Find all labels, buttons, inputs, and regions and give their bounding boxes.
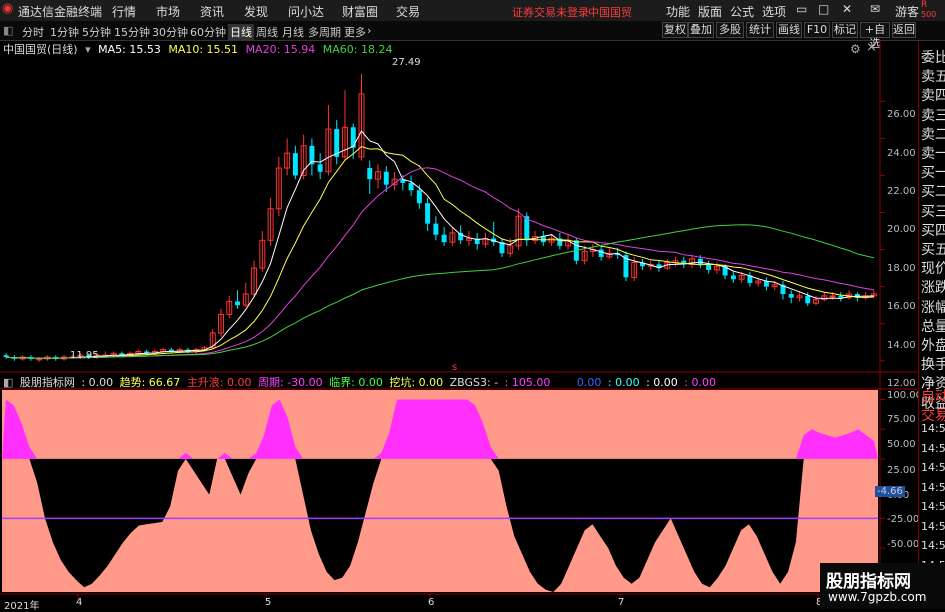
candle-body — [292, 153, 298, 176]
indicator-tick: -25.00 — [887, 514, 920, 525]
candle-body — [829, 295, 836, 298]
side-panel-item: 卖三 — [921, 107, 945, 124]
candle-body — [425, 203, 431, 224]
price-tick: 26.00 — [887, 109, 916, 120]
candle-body — [838, 295, 844, 298]
ma60-line — [6, 224, 875, 359]
price-tick: 18.00 — [887, 263, 916, 274]
side-panel-item: 买五 — [921, 242, 945, 258]
ma5-line — [6, 130, 874, 359]
candle-body — [697, 258, 703, 265]
candle-body — [788, 294, 794, 298]
side-panel-item: 涨幅 — [921, 299, 945, 316]
price-tick: 14.00 — [887, 340, 916, 351]
side-panel-item: 卖四 — [921, 88, 945, 105]
candle-body — [458, 232, 464, 241]
side-panel-item[interactable]: 14:56 — [921, 500, 945, 513]
candle-body — [805, 295, 811, 304]
side-panel-item: 买四 — [921, 222, 945, 239]
side-panel-item: 换手 — [921, 357, 945, 374]
side-panel-item[interactable]: 14:56 — [921, 442, 945, 455]
ma20-line — [6, 167, 874, 359]
candle-body — [416, 190, 422, 204]
candle-body — [408, 182, 414, 191]
price-tick: 12.00 — [887, 378, 916, 389]
indicator-tick: 50.00 — [887, 439, 916, 450]
candle-body — [367, 168, 373, 180]
side-panel-item: 买二 — [921, 184, 945, 201]
side-panel-item: 卖一 — [921, 146, 945, 162]
date-month: 5 — [265, 597, 272, 608]
price-tick: 16.00 — [887, 301, 916, 312]
candle-body — [383, 171, 389, 185]
high-annotation: 27.49 — [392, 57, 421, 68]
candle-body — [706, 264, 712, 270]
side-panel-item: 涨跌 — [921, 280, 945, 297]
candle-body — [598, 249, 604, 257]
side-panel-item[interactable]: 14:56 — [921, 481, 945, 494]
date-month: 7 — [618, 597, 625, 608]
side-panel-item: 总量 — [921, 318, 945, 335]
date-month: 4 — [76, 597, 83, 608]
candle-body — [763, 281, 769, 287]
side-panel-item[interactable]: 14:56 — [921, 422, 945, 435]
candle-body — [317, 164, 323, 172]
candle-body — [730, 275, 736, 280]
date-month: 6 — [428, 597, 435, 608]
candle-body — [36, 358, 43, 361]
side-panel-item[interactable]: 自动 — [921, 386, 945, 406]
moving-averages — [6, 130, 875, 359]
candle-body — [433, 223, 439, 235]
watermark-url: www.7gpzb.com — [828, 590, 927, 604]
side-panel-item[interactable]: 14:56 — [921, 520, 945, 533]
side-panel-item: 买一 — [921, 165, 945, 182]
watermark-title: 股朋指标网 — [826, 572, 911, 592]
indicator-tick: 100.00 — [887, 390, 922, 401]
side-panel-item: 外盘 — [921, 338, 945, 354]
indicator-area — [2, 390, 878, 592]
price-tick: 20.00 — [887, 224, 916, 235]
side-panel-item: R — [921, 0, 928, 10]
side-panel-item: 卖二 — [921, 126, 945, 143]
candle-body — [350, 127, 356, 148]
side-panel-item: 买三 — [921, 203, 945, 220]
candle-body — [441, 234, 447, 243]
indicator-tick: 25.00 — [887, 465, 916, 476]
side-panel-item: 委比 — [921, 50, 945, 66]
side-panel-item[interactable]: 14:56 — [921, 539, 945, 552]
ma10-line — [6, 145, 874, 359]
side-panel-item: 500 — [921, 10, 937, 19]
candlesticks — [3, 73, 877, 362]
indicator-marker: -4.66 — [875, 486, 905, 497]
date-year: 2021年 — [4, 601, 40, 612]
kline-chart[interactable]: s — [0, 0, 918, 609]
price-tick: 22.00 — [887, 186, 916, 197]
watermark: 股朋指标网 www.7gpzb.com — [820, 563, 945, 609]
side-panel-item: 卖五 — [921, 69, 945, 86]
low-annotation: 11.95 — [70, 350, 99, 361]
side-panel-item: 现价 — [921, 261, 945, 278]
quote-side-panel: R 500 委比 卖五 卖四 卖三 卖二 卖一 买一 买二 买三 买四 买五 现价 涨跌 涨幅 总量 外盘 换手 净资… — [918, 0, 945, 609]
candle-body — [235, 301, 241, 306]
indicator-tick: -50.00 — [887, 539, 920, 550]
side-panel-item[interactable]: 14:56 — [921, 461, 945, 474]
indicator-tick: 75.00 — [887, 414, 916, 425]
signal-marker: s — [452, 362, 457, 373]
price-tick: 24.00 — [887, 148, 916, 159]
